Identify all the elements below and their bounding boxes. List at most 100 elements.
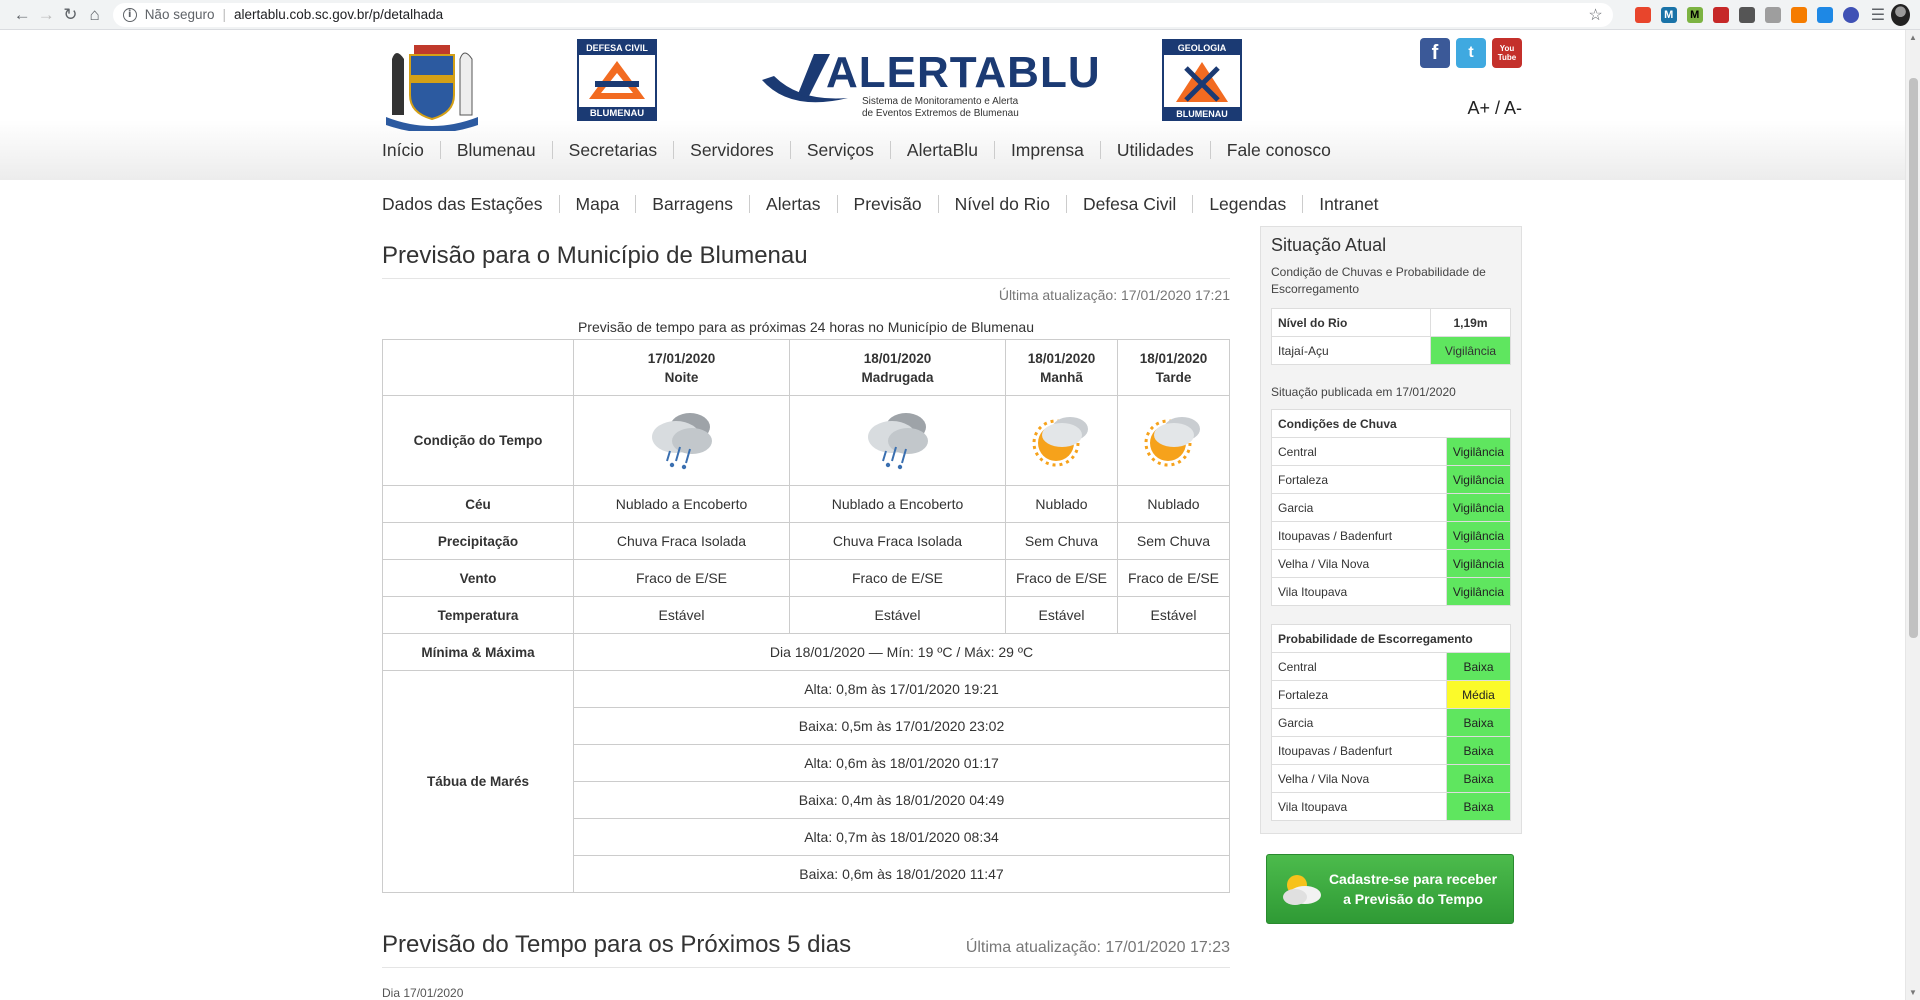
main-nav-alertablu[interactable]: AlertaBlu xyxy=(889,141,994,159)
slide-region: Fortaleza xyxy=(1271,680,1447,709)
reading-list-icon[interactable]: ☰ xyxy=(1871,5,1885,25)
main-nav-utilidades[interactable]: Utilidades xyxy=(1099,141,1210,159)
sub-nav-legendas[interactable]: Legendas xyxy=(1192,195,1302,213)
scroll-up-icon[interactable]: ▲ xyxy=(1909,33,1917,42)
main-nav-secretarias[interactable]: Secretarias xyxy=(551,141,674,159)
reload-icon[interactable]: ↻ xyxy=(58,1,82,29)
rain-region: Central xyxy=(1271,437,1447,466)
info-icon[interactable]: i xyxy=(122,7,137,22)
alertablu-subtitle: Sistema de Monitoramento e Alerta de Eve… xyxy=(862,96,1019,120)
extension-arrow-icon[interactable] xyxy=(1816,6,1833,23)
tide-cell: Alta: 0,7m às 18/01/2020 08:34 xyxy=(573,818,1230,856)
alertablu-subtitle-line1: Sistema de Monitoramento e Alerta xyxy=(862,96,1019,107)
sub-nav-previsao[interactable]: Previsão xyxy=(836,195,938,213)
landslide-probability-table: Probabilidade de Escorregamento Central B… xyxy=(1271,624,1511,821)
main-nav-blumenau[interactable]: Blumenau xyxy=(439,141,552,159)
twitter-icon[interactable]: t xyxy=(1456,38,1486,68)
main-content: Previsão para o Município de Blumenau Úl… xyxy=(382,226,1230,1000)
rain-cloud-icon xyxy=(651,413,712,470)
vento-cell: Fraco de E/SE xyxy=(1117,559,1230,597)
defesa-civil-top-text: DEFESA CIVIL xyxy=(586,43,648,53)
rain-region: Fortaleza xyxy=(1271,465,1447,494)
sidebar: Situação Atual Condição de Chuvas e Prob… xyxy=(1260,226,1522,1000)
river-name: Itajaí-Açu xyxy=(1271,336,1431,365)
extension-icons: M M xyxy=(1634,6,1859,23)
browser-toolbar: ← → ↻ ⌂ i Não seguro | alertablu.cob.sc.… xyxy=(0,0,1920,30)
situacao-atual-panel: Situação Atual Condição de Chuvas e Prob… xyxy=(1260,226,1522,834)
period-name: Manhã xyxy=(1040,369,1083,385)
subscribe-forecast-button[interactable]: Cadastre-se para receber a Previsão do T… xyxy=(1266,854,1514,924)
rain-row: Itoupavas / Badenfurt Vigilância xyxy=(1271,521,1512,550)
main-nav-inicio[interactable]: Início xyxy=(382,141,440,159)
prefeitura-coat-of-arms-logo[interactable] xyxy=(382,37,482,131)
geologia-logo[interactable]: GEOLOGIA BLUMENAU xyxy=(1162,39,1242,121)
bookmark-star-icon[interactable]: ☆ xyxy=(1588,5,1602,25)
forecast-header-row: 17/01/2020 Noite 18/01/2020 Madrugada 18/0… xyxy=(382,339,1230,396)
slide-row: Velha / Vila Nova Baixa xyxy=(1271,764,1511,793)
river-header-label: Nível do Rio xyxy=(1271,308,1431,337)
main-nav-imprensa[interactable]: Imprensa xyxy=(993,141,1100,159)
extension-megaphone-icon[interactable] xyxy=(1634,6,1651,23)
vento-cell: Fraco de E/SE xyxy=(1005,559,1118,597)
font-size-toggle[interactable]: A+ / A- xyxy=(1467,98,1522,119)
extension-key-icon[interactable] xyxy=(1790,6,1807,23)
minmax-cell: Dia 18/01/2020 — Mín: 19 ºC / Máx: 29 ºC xyxy=(573,633,1230,671)
slide-region: Central xyxy=(1271,652,1447,681)
url-text[interactable]: alertablu.cob.sc.gov.br/p/detalhada xyxy=(234,7,443,22)
rain-status-badge: Vigilância xyxy=(1445,549,1512,578)
youtube-icon[interactable]: You Tube xyxy=(1492,38,1522,68)
sub-nav-barragens[interactable]: Barragens xyxy=(635,195,749,213)
condition-cell xyxy=(1117,395,1230,486)
period-name: Madrugada xyxy=(861,369,934,385)
alertablu-logo[interactable]: ALERTABLU Sistema de Monitoramento e Ale… xyxy=(760,46,1100,122)
extension-m-green-icon[interactable]: M xyxy=(1686,6,1703,23)
ceu-cell: Nublado a Encoberto xyxy=(573,485,790,523)
scrollbar-thumb[interactable] xyxy=(1909,78,1918,638)
row-label-precip: Precipitação xyxy=(382,522,574,560)
main-nav-fale-conosco[interactable]: Fale conosco xyxy=(1209,141,1347,159)
tide-cell: Alta: 0,6m às 18/01/2020 01:17 xyxy=(573,744,1230,782)
slide-status-badge: Baixa xyxy=(1446,764,1511,793)
extension-m-icon[interactable]: M xyxy=(1660,6,1677,23)
profile-avatar[interactable] xyxy=(1891,3,1911,26)
extension-pdf-icon[interactable] xyxy=(1712,6,1729,23)
slide-row: Fortaleza Média xyxy=(1271,680,1511,709)
precip-cell: Chuva Fraca Isolada xyxy=(789,522,1006,560)
defesa-civil-logo[interactable]: DEFESA CIVIL BLUMENAU xyxy=(577,39,657,121)
facebook-icon[interactable]: f xyxy=(1420,38,1450,68)
alertablu-subtitle-line2: de Eventos Extremos de Blumenau xyxy=(862,108,1019,119)
tide-row: Tábua de Marés Alta: 0,8m às 17/01/2020 … xyxy=(382,670,1230,893)
row-label-ceu: Céu xyxy=(382,485,574,523)
extension-download-icon[interactable] xyxy=(1764,6,1781,23)
forward-icon[interactable]: → xyxy=(34,1,58,29)
extension-gear-icon[interactable] xyxy=(1738,6,1755,23)
river-status-badge: Vigilância xyxy=(1430,336,1511,365)
slide-status-badge: Baixa xyxy=(1446,652,1511,681)
subscribe-label-line1: Cadastre-se para receber xyxy=(1328,871,1498,887)
sub-nav-dados-estacoes[interactable]: Dados das Estações xyxy=(382,195,559,213)
main-nav-servidores[interactable]: Servidores xyxy=(673,141,790,159)
page-scrollbar[interactable]: ▲ ▼ xyxy=(1905,30,1920,1000)
temp-cell: Estável xyxy=(789,596,1006,634)
period-header: 18/01/2020 Tarde xyxy=(1117,339,1230,396)
rain-status-badge: Vigilância xyxy=(1445,437,1512,466)
period-header: 18/01/2020 Manhã xyxy=(1005,339,1118,396)
slide-status-badge: Baixa xyxy=(1446,736,1511,765)
condition-row: Condição do Tempo xyxy=(382,395,1230,486)
sub-nav-alertas[interactable]: Alertas xyxy=(749,195,836,213)
address-bar[interactable]: i Não seguro | alertablu.cob.sc.gov.br/p… xyxy=(112,2,1613,27)
extension-check-icon[interactable] xyxy=(1842,6,1859,23)
sub-nav-nivel-rio[interactable]: Nível do Rio xyxy=(937,195,1066,213)
forecast5-day-label: Dia 17/01/2020 xyxy=(382,986,464,1000)
scroll-down-icon[interactable]: ▼ xyxy=(1909,988,1917,997)
home-icon[interactable]: ⌂ xyxy=(83,1,107,29)
sub-nav-defesa-civil[interactable]: Defesa Civil xyxy=(1065,195,1192,213)
slide-region: Vila Itoupava xyxy=(1271,792,1447,821)
main-nav-servicos[interactable]: Serviços xyxy=(789,141,890,159)
temp-cell: Estável xyxy=(1005,596,1118,634)
back-icon[interactable]: ← xyxy=(10,1,34,29)
sun-cloud-icon xyxy=(1032,417,1088,467)
sub-nav-mapa[interactable]: Mapa xyxy=(558,195,636,213)
river-level-table: Nível do Rio 1,19m Itajaí-Açu Vigilância xyxy=(1271,308,1511,365)
sub-nav-intranet[interactable]: Intranet xyxy=(1302,195,1394,213)
